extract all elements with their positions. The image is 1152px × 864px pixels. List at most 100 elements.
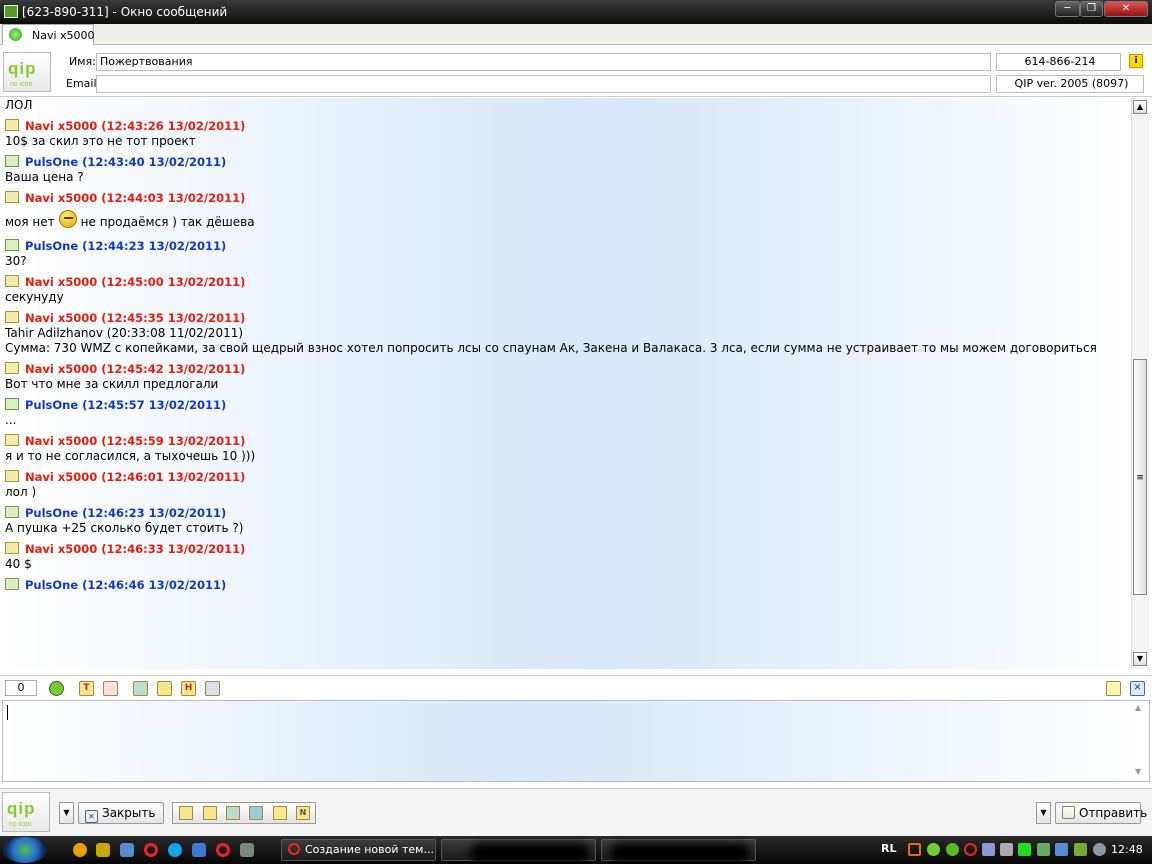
message-text: моя нет не продаёмся ) так дёшева [5, 210, 255, 229]
message-toolbar: 0 T H ✕ [0, 675, 1152, 699]
tray-icon-2[interactable] [927, 843, 940, 856]
input-scroll-up-arrow[interactable]: ▲ [1135, 703, 1141, 712]
message-text: Сумма: 730 WMZ с копейками, за свой щедр… [5, 341, 1097, 355]
scroll-up-arrow[interactable]: ▲ [1133, 100, 1147, 114]
close-button[interactable]: ✕ Закрыть [78, 802, 164, 824]
message-icon [5, 275, 19, 287]
tray-network-icon[interactable] [982, 843, 995, 856]
message-icon [5, 542, 19, 554]
tab-bar: Navi x5000 [0, 24, 1152, 45]
qip-logo: qip no icon [3, 52, 51, 92]
message-icon [5, 470, 19, 482]
send-button[interactable]: Отправить [1055, 802, 1147, 824]
tray-icon-9[interactable] [1055, 843, 1068, 856]
uin-field[interactable]: 614-866-214 [996, 53, 1121, 71]
translit-icon[interactable] [205, 681, 220, 696]
email-field[interactable] [96, 75, 991, 93]
message-header: PulsOne (12:46:46 13/02/2011) [5, 578, 226, 592]
quicklaunch-app-icon[interactable] [73, 843, 87, 857]
close-icon: ✕ [85, 810, 98, 823]
history-icon[interactable]: H [181, 681, 196, 696]
color-icon[interactable] [103, 681, 118, 696]
scroll-thumb[interactable]: ≡ [1133, 359, 1147, 595]
list-icon[interactable] [203, 806, 217, 820]
message-input[interactable]: ▲ ▼ [2, 700, 1150, 782]
chat-history[interactable]: ЛОЛ Navi x5000 (12:43:26 13/02/2011) 10$ з… [0, 98, 1131, 669]
message-text: я и то не согласился, а тыхочешь 10 ))) [5, 449, 256, 463]
folder-icon[interactable] [157, 681, 172, 696]
settings-icon[interactable] [249, 806, 263, 820]
smiley-emoticon-icon [58, 210, 77, 228]
quicklaunch-folder-icon[interactable] [120, 843, 134, 857]
file-transfer-icon[interactable] [273, 806, 287, 820]
contact-info-panel: qip no icon Имя: Пожертвования Email: 61… [0, 45, 1152, 97]
tray-volume-icon[interactable] [1000, 843, 1013, 856]
message-header: Navi x5000 (12:45:00 13/02/2011) [5, 275, 245, 289]
text-caret [7, 705, 8, 720]
message-icon [5, 311, 19, 323]
tab-label: Navi x5000 [32, 29, 95, 42]
info-icon[interactable] [226, 806, 240, 820]
taskbar-item-opera[interactable]: Создание новой тем... [281, 839, 436, 861]
redacted-region [470, 844, 590, 862]
quicklaunch-network-icon[interactable] [240, 843, 254, 857]
send-icon [1062, 806, 1075, 819]
quicklaunch-opera2-icon[interactable] [216, 843, 230, 857]
name-field[interactable]: Пожертвования [96, 53, 991, 71]
tray-icon-11[interactable] [1093, 843, 1106, 856]
start-button[interactable] [3, 837, 47, 863]
language-indicator[interactable]: RL [881, 842, 896, 855]
message-text: Tahir Adilzhanov (20:33:08 11/02/2011) [5, 326, 244, 340]
message-text: секунуду [5, 290, 64, 304]
window-title: [623-890-311] - Окно сообщений [22, 5, 228, 19]
save-history-icon[interactable] [133, 681, 148, 696]
message-header: Navi x5000 (12:46:33 13/02/2011) [5, 542, 245, 556]
quote-icon[interactable] [179, 806, 193, 820]
minimize-button[interactable]: ─ [1055, 1, 1080, 17]
title-bar[interactable]: [623-890-311] - Окно сообщений ─ ❐ ✕ [0, 0, 1152, 24]
message-icon [5, 578, 19, 590]
message-text: ... [5, 413, 17, 427]
message-text: А пушка +25 сколько будет стоить ?) [5, 521, 244, 535]
smiley-icon[interactable] [49, 681, 64, 696]
quick-actions-group: N [172, 802, 316, 824]
input-scroll-down-arrow[interactable]: ▼ [1135, 767, 1141, 776]
name-label: Имя: [69, 55, 96, 68]
user-info-icon[interactable]: i [1129, 54, 1143, 68]
message-text: 10$ за скил это не тот проект [5, 134, 196, 148]
quicklaunch-skype-icon[interactable] [168, 843, 182, 857]
windows-taskbar: Создание новой тем... RL 12:48 [0, 836, 1152, 864]
tray-opera-icon[interactable] [964, 843, 977, 856]
message-header: Navi x5000 (12:43:26 13/02/2011) [5, 119, 245, 133]
message-header: PulsOne (12:45:57 13/02/2011) [5, 398, 226, 412]
quicklaunch-tool-icon[interactable] [96, 843, 110, 857]
notes-icon[interactable]: N [296, 806, 310, 820]
clear-icon[interactable]: ✕ [1130, 681, 1145, 696]
scroll-down-arrow[interactable]: ▼ [1133, 652, 1147, 666]
message-text: Ваша цена ? [5, 170, 84, 184]
maximize-button[interactable]: ❐ [1080, 1, 1103, 17]
message-icon [5, 119, 19, 131]
tray-icon-8[interactable] [1037, 843, 1050, 856]
font-icon[interactable]: T [79, 681, 94, 696]
message-icon [5, 191, 19, 203]
message-icon [5, 362, 19, 374]
tray-icon-1[interactable] [908, 843, 921, 856]
message-header: Navi x5000 (12:45:35 13/02/2011) [5, 311, 245, 325]
quicklaunch-opera-icon[interactable] [144, 843, 158, 857]
message-header: Navi x5000 (12:45:59 13/02/2011) [5, 434, 245, 448]
chat-scrollbar[interactable]: ▲ ≡ ▼ [1131, 98, 1149, 668]
close-options-dropdown[interactable]: ▼ [59, 802, 74, 824]
note-icon[interactable] [1106, 681, 1121, 696]
tray-icon-3[interactable] [946, 843, 959, 856]
client-version-field[interactable]: QIP ver. 2005 (8097) [996, 75, 1144, 93]
close-window-button[interactable]: ✕ [1104, 1, 1148, 17]
send-options-dropdown[interactable]: ▼ [1036, 802, 1051, 824]
quicklaunch-browser-icon[interactable] [192, 843, 206, 857]
message-icon [5, 506, 19, 518]
tray-nvidia-icon[interactable] [1074, 843, 1087, 856]
tray-status-icon[interactable] [1018, 843, 1031, 856]
tab-navi-x5000[interactable]: Navi x5000 [2, 24, 95, 45]
message-icon [5, 239, 19, 251]
message-text-partial: ЛОЛ [5, 98, 33, 112]
